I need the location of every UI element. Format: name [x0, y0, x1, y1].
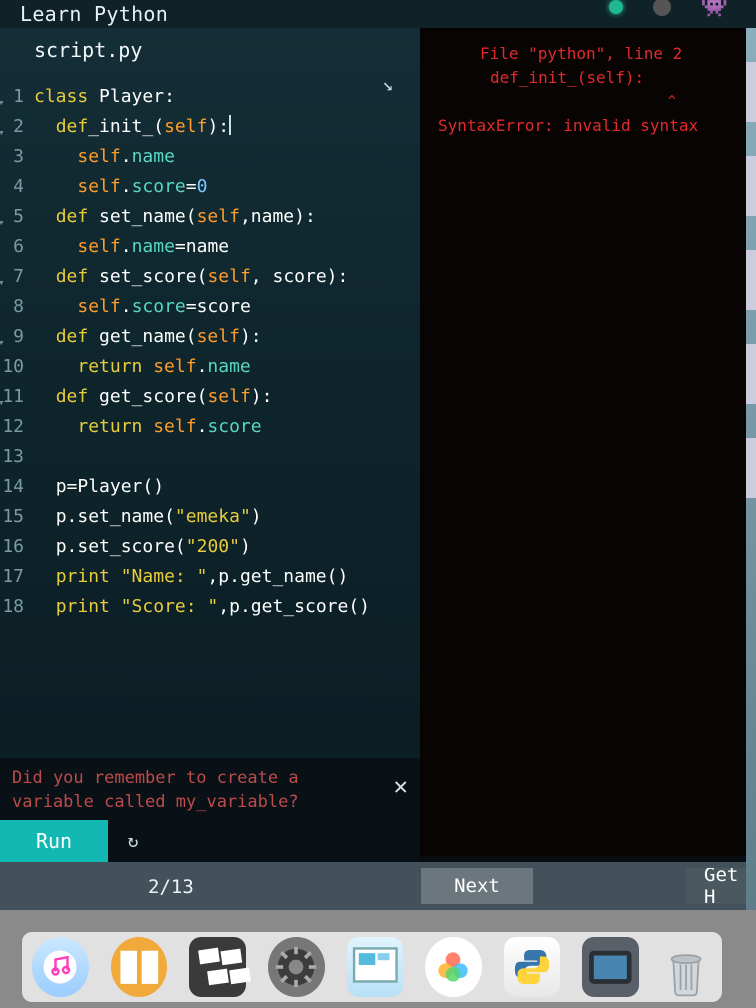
next-button[interactable]: Next [421, 868, 533, 904]
reset-button[interactable]: ↻ [108, 820, 158, 862]
console-line: File "python", line 2 [438, 42, 748, 66]
code-text: p=Player() [34, 472, 164, 502]
line-number: 9 [0, 322, 34, 352]
code-line[interactable]: 12 return self.score [0, 412, 420, 442]
python-icon[interactable] [504, 937, 561, 997]
reset-icon: ↻ [128, 831, 139, 852]
dock [22, 932, 722, 1002]
line-number: 18 [0, 592, 34, 622]
code-text: self.name [34, 142, 175, 172]
line-number: 8 [0, 292, 34, 322]
avatar-icon[interactable] [653, 0, 671, 16]
code-line[interactable]: 17 print "Name: ",p.get_name() [0, 562, 420, 592]
line-number: 2 [0, 112, 34, 142]
settings-icon[interactable] [268, 937, 325, 997]
hint-banner: Did you remember to create a variable ca… [0, 758, 420, 820]
run-bar: Run ↻ [0, 820, 420, 862]
output-console: File "python", line 2 def_init_(self): ^… [420, 28, 756, 856]
line-number: 4 [0, 172, 34, 202]
code-text: print "Score: ",p.get_score() [34, 592, 370, 622]
code-line[interactable]: 4 self.score=0 [0, 172, 420, 202]
code-text: def_init_(self): [34, 112, 231, 142]
code-editor[interactable]: script.py ↗ 1class Player:2 def_init_(se… [0, 28, 420, 786]
ibooks-icon[interactable] [111, 937, 168, 997]
code-text: return self.name [34, 352, 251, 382]
app-title: Learn Python [20, 2, 168, 26]
run-button[interactable]: Run [0, 820, 108, 862]
line-number: 12 [0, 412, 34, 442]
next-label: Next [454, 875, 500, 897]
line-number: 16 [0, 532, 34, 562]
code-line[interactable]: 5 def set_name(self,name): [0, 202, 420, 232]
code-line[interactable]: 11 def get_score(self): [0, 382, 420, 412]
line-number: 1 [0, 82, 34, 112]
hint-text: Did you remember to create a variable ca… [12, 768, 299, 812]
app-header: Learn Python 👾 [0, 0, 756, 28]
status-dot-icon [609, 0, 623, 14]
code-text: p.set_score("200") [34, 532, 251, 562]
code-line[interactable]: 16 p.set_score("200") [0, 532, 420, 562]
line-number: 7 [0, 262, 34, 292]
line-number: 14 [0, 472, 34, 502]
code-text: return self.score [34, 412, 262, 442]
line-number: 5 [0, 202, 34, 232]
code-line[interactable]: 3 self.name [0, 142, 420, 172]
line-number: 15 [0, 502, 34, 532]
line-number: 10 [0, 352, 34, 382]
code-text: self.score=0 [34, 172, 207, 202]
line-number: 6 [0, 232, 34, 262]
desktop-sliver [746, 28, 756, 910]
code-body[interactable]: 1class Player:2 def_init_(self):3 self.n… [0, 82, 420, 622]
editor-tab-label: script.py [34, 38, 142, 62]
code-line[interactable]: 9 def get_name(self): [0, 322, 420, 352]
progress-text: 2/13 [148, 876, 194, 898]
code-line[interactable]: 2 def_init_(self): [0, 112, 420, 142]
code-text: def get_name(self): [34, 322, 262, 352]
code-text: class Player: [34, 82, 175, 112]
line-number: 11 [0, 382, 34, 412]
code-text: self.name=name [34, 232, 229, 262]
code-line[interactable]: 1class Player: [0, 82, 420, 112]
console-error: SyntaxError: invalid syntax [438, 114, 748, 138]
photobooth-icon[interactable] [189, 937, 246, 997]
photos-icon[interactable] [425, 937, 482, 997]
code-line[interactable]: 14 p=Player() [0, 472, 420, 502]
code-line[interactable]: 15 p.set_name("emeka") [0, 502, 420, 532]
line-number: 3 [0, 142, 34, 172]
itunes-icon[interactable] [32, 937, 89, 997]
trash-icon[interactable] [661, 935, 712, 999]
code-line[interactable]: 13 [0, 442, 420, 472]
robot-icon[interactable]: 👾 [701, 0, 728, 19]
code-line[interactable]: 8 self.score=score [0, 292, 420, 322]
code-line[interactable]: 10 return self.name [0, 352, 420, 382]
app-window: Learn Python 👾 script.py ↗ 1class Player… [0, 0, 756, 910]
lesson-navbar: 2/13 Next Get H [0, 862, 756, 910]
code-text: def set_score(self, score): [34, 262, 348, 292]
close-icon[interactable]: ✕ [394, 774, 408, 798]
code-line[interactable]: 7 def set_score(self, score): [0, 262, 420, 292]
editor-tab[interactable]: script.py [0, 28, 420, 72]
code-line[interactable]: 6 self.name=name [0, 232, 420, 262]
code-text: self.score=score [34, 292, 251, 322]
console-line: def_init_(self): [438, 66, 748, 90]
code-text: print "Name: ",p.get_name() [34, 562, 348, 592]
run-label: Run [36, 829, 72, 853]
code-line[interactable]: 18 print "Score: ",p.get_score() [0, 592, 420, 622]
code-text: def get_score(self): [34, 382, 272, 412]
line-number: 17 [0, 562, 34, 592]
console-caret: ^ [438, 90, 748, 114]
line-number: 13 [0, 442, 34, 472]
code-text: p.set_name("emeka") [34, 502, 262, 532]
finalcut-icon[interactable] [582, 937, 639, 997]
code-text: def set_name(self,name): [34, 202, 316, 232]
preview-icon[interactable] [347, 937, 404, 997]
